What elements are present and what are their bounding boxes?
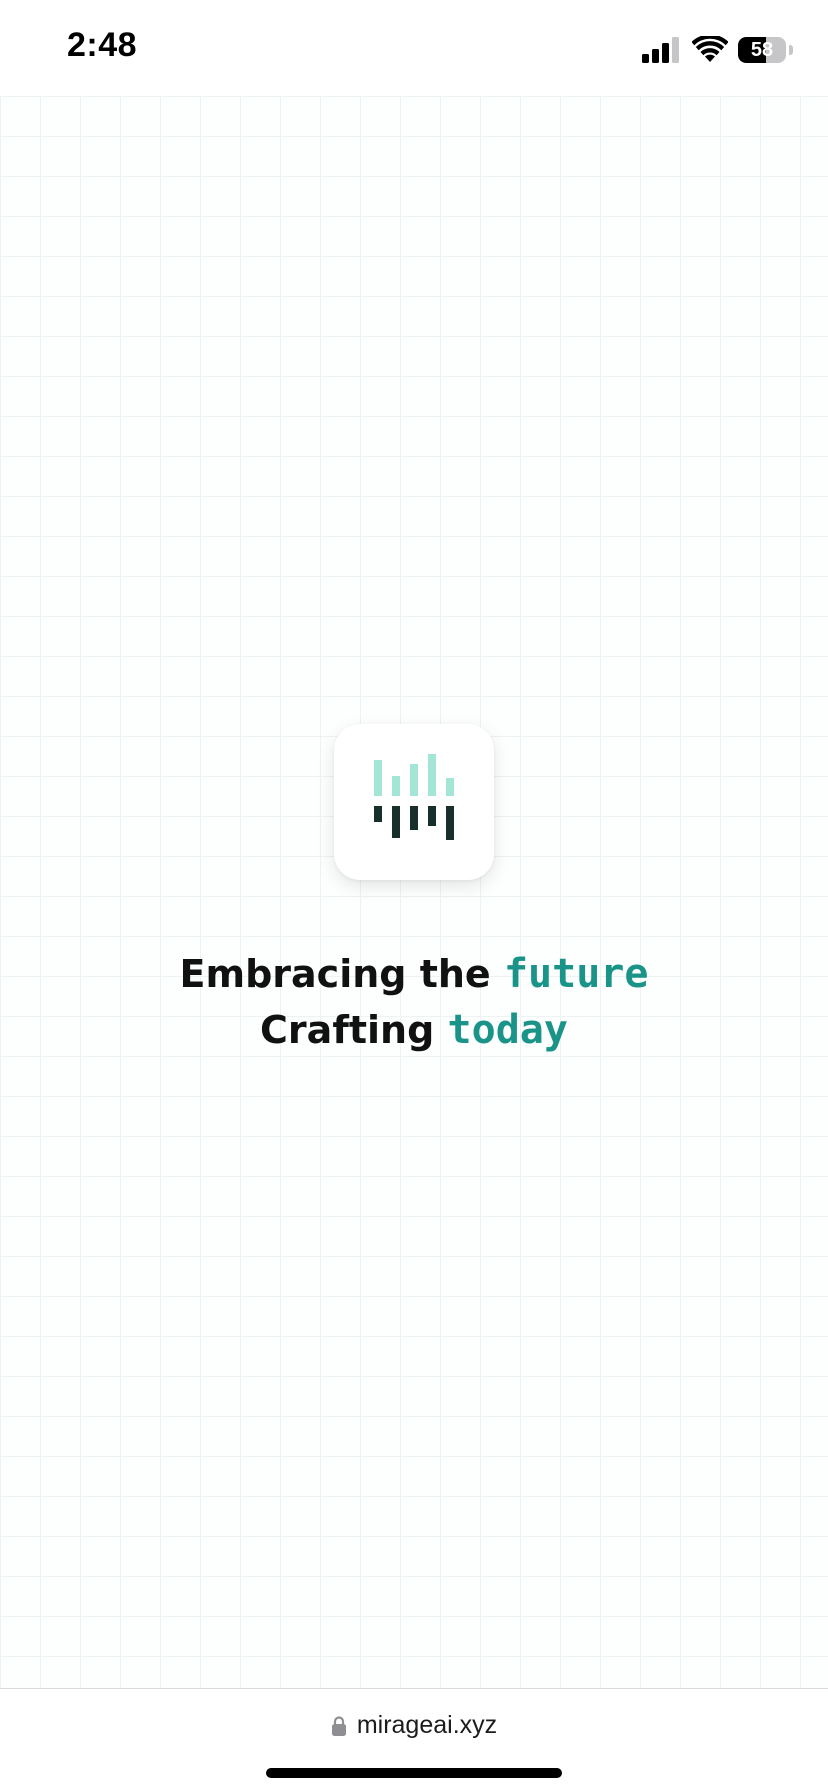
tagline-line-2: Crafting today: [0, 1002, 828, 1058]
battery-body: 58: [738, 37, 786, 63]
phone-screen: 2:48 58 Embracing the future Crafting to…: [0, 0, 828, 1792]
home-indicator[interactable]: [266, 1768, 562, 1778]
browser-url-bar[interactable]: mirageai.xyz: [0, 1688, 828, 1792]
battery-cap: [789, 45, 793, 55]
battery-level: 58: [750, 39, 774, 61]
status-time: 2:48: [67, 26, 138, 64]
tagline-line-1-accent: future: [503, 951, 649, 997]
tagline-line-1-text: Embracing the: [179, 952, 504, 996]
url-text[interactable]: mirageai.xyz: [357, 1711, 497, 1740]
lock-icon: [331, 1715, 346, 1736]
tagline-line-1: Embracing the future: [0, 946, 828, 1002]
url-row[interactable]: mirageai.xyz: [0, 1711, 828, 1740]
cellular-signal-icon: [642, 37, 679, 63]
status-bar: 2:48 58: [0, 0, 828, 96]
logo-card: [334, 724, 494, 880]
status-icons: 58: [642, 34, 794, 66]
battery-icon: 58: [738, 36, 794, 64]
tagline: Embracing the future Crafting today: [0, 946, 828, 1058]
main-content: Embracing the future Crafting today: [0, 96, 828, 1688]
tagline-line-2-accent: today: [447, 1007, 568, 1053]
mirage-logo-icon: [374, 754, 454, 840]
wifi-icon: [692, 36, 728, 62]
tagline-line-2-text: Crafting: [260, 1008, 448, 1052]
